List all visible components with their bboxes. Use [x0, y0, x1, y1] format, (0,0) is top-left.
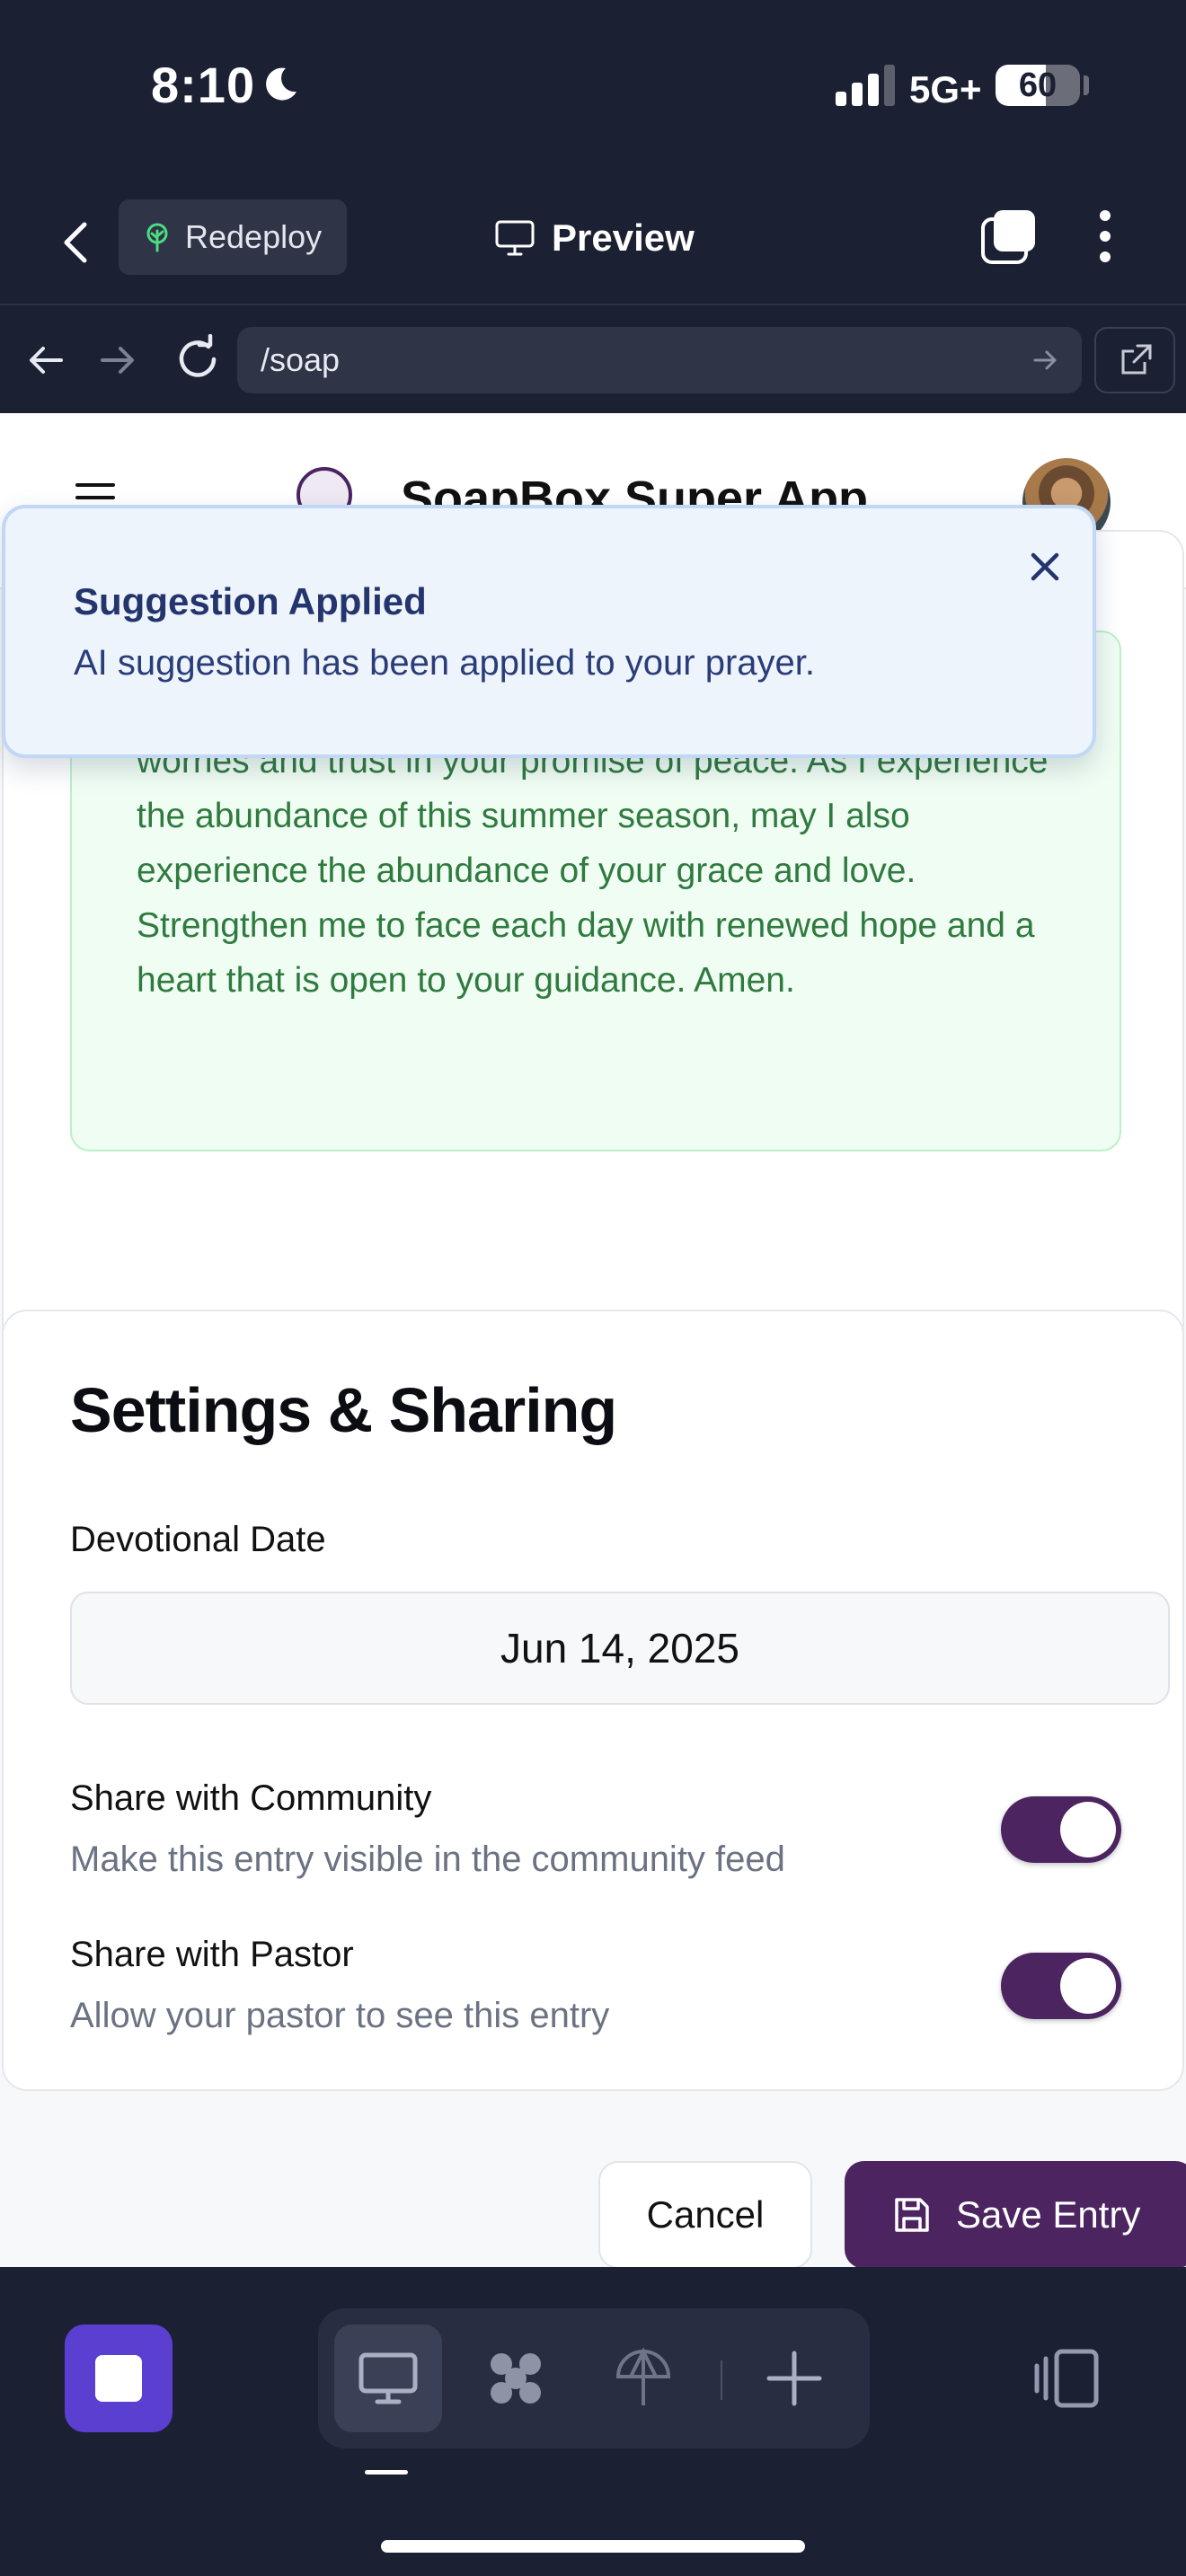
tool-divider	[721, 2360, 722, 2400]
suggestion-toast: Suggestion Applied AI suggestion has bee…	[2, 505, 1096, 758]
web-content: SoapBox Super App to find true rest in y…	[0, 413, 1186, 2267]
date-value: Jun 14, 2025	[500, 1625, 739, 1672]
stop-icon	[95, 2355, 142, 2402]
share-community-subtitle: Make this entry visible in the community…	[70, 1839, 785, 1879]
share-pastor-title: Share with Pastor	[70, 1935, 354, 1974]
redeploy-label: Redeploy	[185, 218, 323, 255]
home-indicator	[381, 2540, 805, 2553]
agent-icon	[491, 2353, 541, 2404]
save-icon	[895, 2198, 929, 2232]
panel-icon[interactable]	[1033, 2344, 1102, 2413]
toast-message: AI suggestion has been applied to your p…	[74, 643, 815, 683]
plus-icon	[766, 2351, 822, 2406]
preview-label: Preview	[552, 216, 695, 259]
stop-button[interactable]	[65, 2325, 173, 2432]
active-indicator	[365, 2470, 408, 2475]
desktop-button[interactable]	[334, 2325, 442, 2432]
browser-bar: /soap	[0, 307, 1186, 413]
close-icon[interactable]	[1022, 544, 1067, 589]
share-community-title: Share with Community	[70, 1778, 432, 1818]
share-pastor-subtitle: Allow your pastor to see this entry	[70, 1996, 610, 2035]
agent-button[interactable]	[462, 2325, 570, 2432]
add-button[interactable]	[740, 2325, 848, 2432]
url-input[interactable]: /soap	[237, 327, 1082, 393]
deploy-icon	[615, 2347, 671, 2405]
back-icon[interactable]	[54, 216, 99, 269]
moon-icon	[266, 67, 296, 101]
external-link-icon	[1121, 344, 1152, 375]
deploy-button[interactable]	[589, 2325, 697, 2432]
monitor-icon	[495, 220, 535, 256]
battery-icon: 60	[996, 65, 1080, 106]
share-community-toggle[interactable]	[1001, 1796, 1121, 1863]
signal-icon	[836, 65, 895, 106]
network-type: 5G+	[909, 68, 982, 110]
reload-icon[interactable]	[173, 334, 223, 384]
tool-group	[318, 2308, 870, 2448]
url-text: /soap	[261, 341, 341, 378]
share-pastor-toggle[interactable]	[1001, 1953, 1121, 2019]
desktop-icon	[358, 2352, 418, 2404]
bottom-toolbar	[0, 2267, 1186, 2576]
open-external-button[interactable]	[1094, 327, 1175, 393]
preview-title[interactable]: Preview	[494, 207, 695, 269]
save-label: Save Entry	[956, 2193, 1141, 2236]
settings-title: Settings & Sharing	[70, 1375, 617, 1445]
settings-card: Settings & Sharing Devotional Date Jun 1…	[2, 1310, 1184, 2091]
arrow-right-icon[interactable]	[97, 340, 138, 381]
battery-cap	[1084, 75, 1089, 95]
cancel-button[interactable]: Cancel	[598, 2161, 812, 2267]
status-time: 8:10	[151, 57, 256, 113]
go-arrow-icon[interactable]	[1031, 347, 1058, 374]
more-icon[interactable]	[1089, 207, 1121, 266]
redeploy-button[interactable]: Redeploy	[119, 199, 347, 275]
tabs-icon[interactable]	[979, 207, 1039, 266]
date-label: Devotional Date	[70, 1520, 326, 1559]
battery-level: 60	[1018, 66, 1058, 104]
save-entry-button[interactable]: Save Entry	[845, 2161, 1186, 2267]
cancel-label: Cancel	[646, 2193, 765, 2236]
status-bar: 8:10 5G+ 60	[0, 0, 1186, 180]
tree-icon	[146, 223, 168, 252]
toast-title: Suggestion Applied	[74, 580, 427, 622]
devotional-date-input[interactable]: Jun 14, 2025	[70, 1592, 1170, 1705]
arrow-left-icon[interactable]	[25, 340, 66, 381]
toggle-knob	[1060, 1958, 1116, 2014]
app-toolbar: Redeploy Preview	[0, 180, 1186, 305]
toggle-knob	[1060, 1802, 1116, 1857]
